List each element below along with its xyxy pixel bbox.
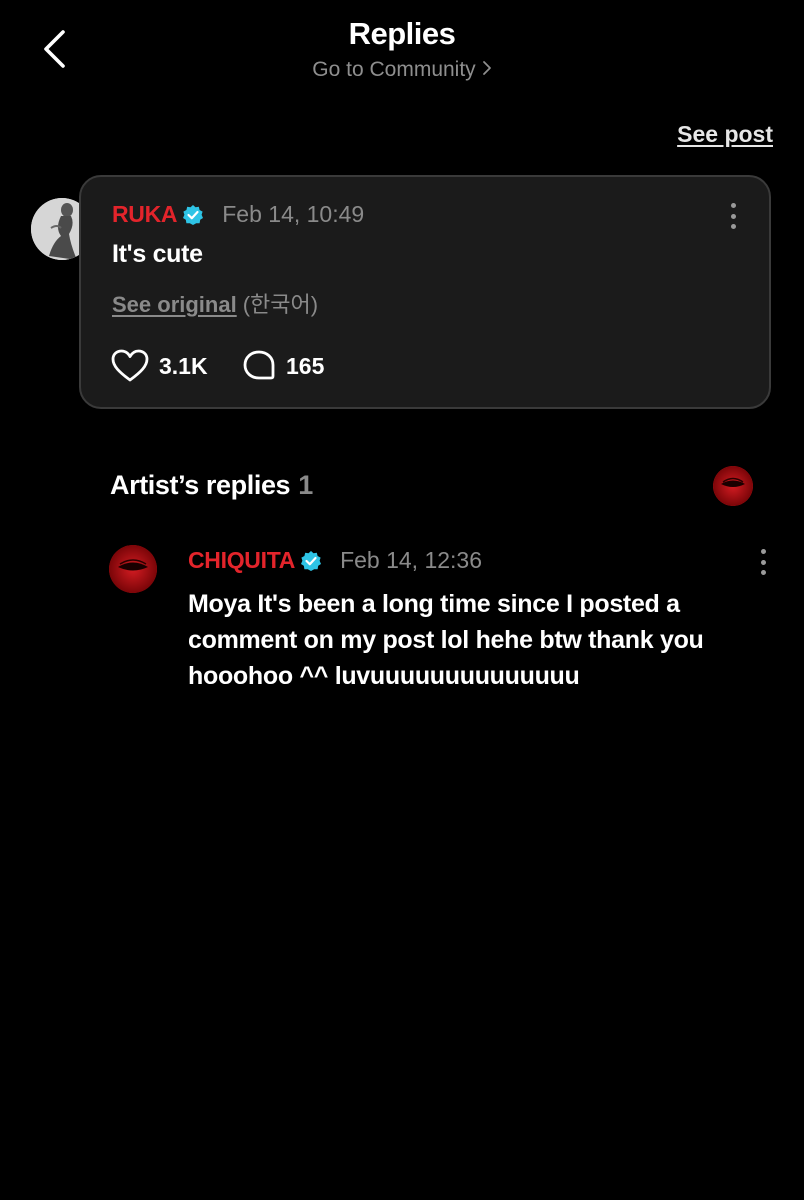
comment-icon [243, 350, 275, 380]
artist-avatar-small[interactable] [713, 466, 753, 506]
more-icon [760, 549, 766, 554]
reply-count: 165 [286, 352, 325, 379]
more-icon-dot [730, 213, 736, 219]
like-button[interactable]: 3.1K [111, 349, 208, 383]
comment-meta: RUKA Feb 14, 10:49 [112, 201, 364, 228]
more-icon-dot [760, 559, 766, 565]
timestamp: Feb 14, 12:36 [340, 547, 483, 573]
see-post-link[interactable]: See post [677, 121, 773, 148]
author-name[interactable]: RUKA [112, 201, 178, 228]
go-to-community-label: Go to Community [312, 58, 476, 81]
artist-replies-label: Artist’s replies [110, 470, 291, 500]
chevron-right-icon [482, 58, 492, 82]
avatar[interactable] [109, 545, 157, 593]
author-name[interactable]: CHIQUITA [188, 547, 295, 574]
verified-icon [300, 550, 322, 572]
more-options-button[interactable] [753, 545, 773, 579]
more-options-button[interactable] [723, 199, 743, 233]
more-icon-dot [760, 570, 766, 575]
timestamp: Feb 14, 10:49 [222, 201, 365, 227]
like-count: 3.1K [159, 352, 208, 379]
heart-icon [111, 349, 149, 382]
original-language: (한국어) [242, 292, 319, 317]
artist-replies-title: Artist’s replies 1 [110, 470, 313, 501]
go-to-community-link[interactable]: Go to Community [0, 58, 804, 82]
more-icon [730, 203, 736, 208]
comment-card[interactable]: RUKA Feb 14, 10:49 It's cute See origina… [79, 175, 771, 409]
reply-button[interactable]: 165 [242, 349, 324, 383]
more-icon-dot [730, 224, 736, 229]
page-title: Replies [348, 16, 456, 51]
verified-icon [182, 204, 204, 226]
reply-text: Moya It's been a long time since I poste… [188, 590, 704, 690]
comment-text: It's cute [112, 240, 203, 268]
see-original-link[interactable]: See original [112, 292, 237, 317]
artist-replies-count: 1 [298, 470, 313, 500]
reply-meta: CHIQUITA Feb 14, 12:36 [188, 547, 482, 574]
see-original-row: See original (한국어) [112, 287, 318, 319]
